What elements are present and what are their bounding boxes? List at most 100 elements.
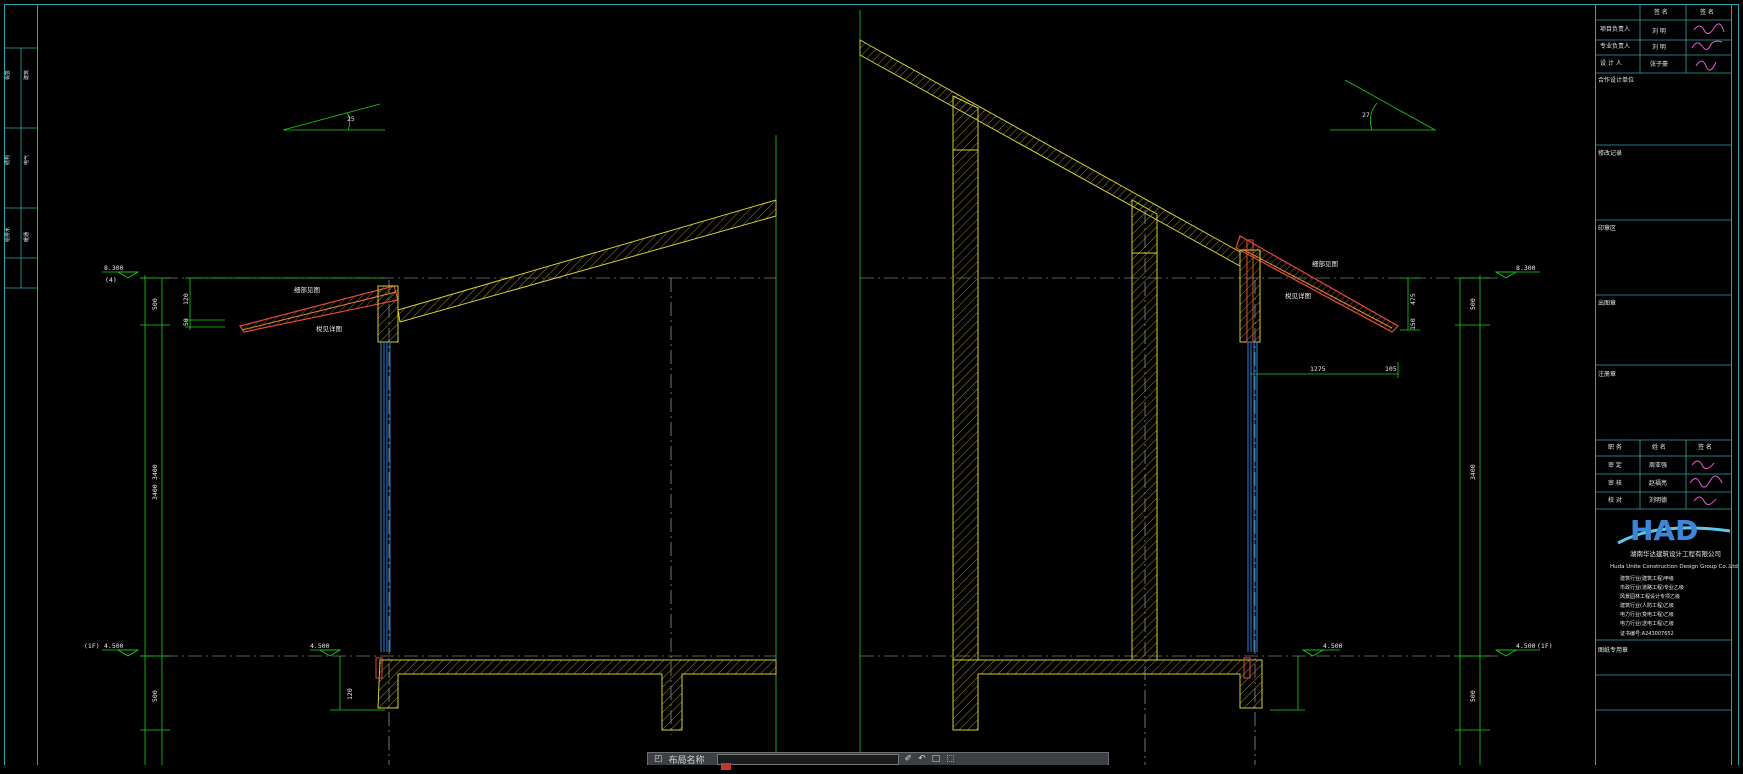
signature-3 [1695, 60, 1717, 71]
tb-name: 刘 明 [1652, 27, 1666, 35]
layout-name-label: 布局名称 [668, 755, 705, 766]
left-level-markers [102, 271, 342, 657]
signature-1 [1693, 23, 1725, 34]
strip-label: 电气 [23, 155, 30, 165]
left-small-dim: 50 [182, 318, 190, 326]
signature-2 [1691, 40, 1723, 50]
tb-company-en: Huda Unite Construction Design Group Co.… [1610, 564, 1738, 570]
layer-color-swatch [720, 762, 731, 770]
layer-select[interactable] [716, 753, 899, 770]
right-floor-slab [952, 659, 1263, 731]
strip-label: 暖通 [23, 232, 30, 242]
right-glazing [1247, 342, 1258, 652]
strip-label: 给排水 [4, 227, 11, 242]
right-slope-note: 27 [1362, 111, 1370, 119]
right-callout: 细部见图 [1312, 259, 1338, 268]
left-callout: 棁见详图 [316, 324, 342, 333]
right-section [859, 10, 1540, 765]
left-strip [5, 47, 37, 289]
title-block-text: 签 名 签 名 项目负责人 刘 明 专业负责人 刘 明 设 计 人 张子豪 合作… [1598, 8, 1738, 654]
select-icon[interactable]: ⬚ [946, 754, 955, 764]
right-callout: 棁见详图 [1285, 291, 1311, 300]
tb-name: 刘 明 [1652, 43, 1666, 51]
tb-approval-name: 赵福亮 [1649, 479, 1667, 487]
tb-cert: 建筑行业(建筑工程)甲级 [1620, 575, 1674, 582]
tb-approval-name: 周亚强 [1649, 462, 1667, 469]
right-dim-mid: 3400 [1469, 464, 1477, 480]
right-floor-level: 4.500 [1516, 642, 1536, 650]
window-icon[interactable]: □ [932, 754, 941, 764]
right-small-dim: 475 [1409, 293, 1417, 305]
right-overhang-small: 105 [1385, 365, 1397, 373]
right-eave-column [1239, 249, 1261, 343]
left-small-dim: 120 [346, 688, 354, 700]
tb-role: 设 计 人 [1600, 59, 1622, 67]
left-dim-bottom: 500 [151, 690, 159, 702]
strip-label: 结构 [4, 155, 11, 165]
tb-header: 签 名 [1700, 8, 1714, 16]
tb-section: 合作设计单位 [1598, 76, 1634, 84]
left-floor-slab [377, 659, 777, 731]
right-top-level: 8.300 [1516, 264, 1536, 272]
tb-approval-name: 刘明德 [1649, 496, 1667, 504]
drawing-frame [4, 4, 1739, 765]
company-logo: HAD [1617, 514, 1731, 547]
right-dim-bottom: 500 [1469, 690, 1477, 702]
left-top-axis: (4) [105, 276, 117, 284]
tb-role: 项目负责人 [1600, 25, 1630, 33]
signature-5 [1689, 475, 1723, 488]
left-glazing [380, 342, 391, 652]
tb-name: 张子豪 [1650, 60, 1668, 68]
left-slope-note: 25 [347, 115, 355, 123]
right-level-markers [1301, 271, 1540, 657]
right-tall-wall [952, 95, 979, 661]
left-floor-level: 4.500 [104, 642, 124, 650]
tb-section: 印章区 [1598, 224, 1616, 232]
signatures [1689, 23, 1725, 505]
left-strip-labels: 会签 建筑 结构 电气 给排水 暖通 [4, 70, 30, 242]
strip-label: 建筑 [23, 70, 30, 80]
left-inner-level: 4.500 [310, 642, 330, 650]
tb-approval-header: 姓 名 [1652, 443, 1666, 451]
tb-section: 修改记录 [1598, 149, 1622, 157]
tb-cert: 电力行业(变电工程)乙级 [1620, 611, 1674, 618]
tb-cert: 电力行业(送电工程)乙级 [1620, 620, 1674, 627]
logo-text: HAD [1630, 514, 1698, 547]
strip-label: 会签 [4, 70, 11, 80]
signature-6 [1693, 496, 1717, 505]
tb-header: 签 名 [1654, 8, 1668, 16]
tb-cert: 建筑行业(人防工程)乙级 [1620, 602, 1674, 609]
pencil-icon[interactable]: ✐ [905, 754, 913, 764]
left-section [102, 103, 777, 765]
bottom-toolbar[interactable]: ◰ 布局名称 ✐ ↶ □ ⬚ [647, 752, 1109, 770]
right-small-dim: 150 [1409, 318, 1417, 330]
left-roof-slab [397, 199, 777, 323]
right-inner-level: 4.500 [1323, 642, 1343, 650]
right-annotations: 8.300 4.500 (1F) 4.500 500 3400 500 1275… [1285, 111, 1553, 702]
tb-role: 专业负责人 [1600, 42, 1630, 50]
tb-footer: 图纸专用章 [1598, 646, 1628, 654]
left-annotations: 8.300 (4) (1F) 4.500 4.500 500 3400 3400… [84, 115, 355, 702]
tb-section: 出图章 [1598, 299, 1616, 307]
right-dim-top: 500 [1469, 298, 1477, 310]
left-floor-tag: (1F) [84, 642, 100, 650]
left-eave-column [377, 285, 399, 343]
cad-drawing-canvas[interactable]: 会签 建筑 结构 电气 给排水 暖通 8.300 (4) (1F) 4.500 … [0, 0, 1743, 765]
tb-cert: 市政行业(道路工程)专业乙级 [1620, 584, 1684, 591]
tb-cert-no: 证书编号:A243007652 [1620, 630, 1674, 637]
tb-approval-role: 校 对 [1608, 496, 1622, 504]
left-small-dim: 120 [182, 293, 190, 305]
tb-cert: 风景园林工程设计专项乙级 [1620, 593, 1680, 600]
tb-approval-header: 职 务 [1608, 443, 1622, 451]
undo-icon[interactable]: ↶ [918, 754, 926, 764]
tb-approval-header: 签 名 [1698, 443, 1712, 451]
layout-icon[interactable]: ◰ [654, 754, 663, 764]
tb-approval-role: 审 核 [1608, 479, 1622, 487]
left-dim-mid-b: 3400 [151, 484, 159, 500]
tb-company: 湖南华达建筑设计工程有限公司 [1630, 549, 1721, 558]
left-dim-mid: 3400 [151, 464, 159, 480]
right-roof-slab [859, 39, 1241, 267]
tb-section: 注册章 [1598, 370, 1616, 378]
right-overhang-dim: 1275 [1310, 365, 1326, 373]
tb-approval-role: 审 定 [1608, 461, 1622, 469]
